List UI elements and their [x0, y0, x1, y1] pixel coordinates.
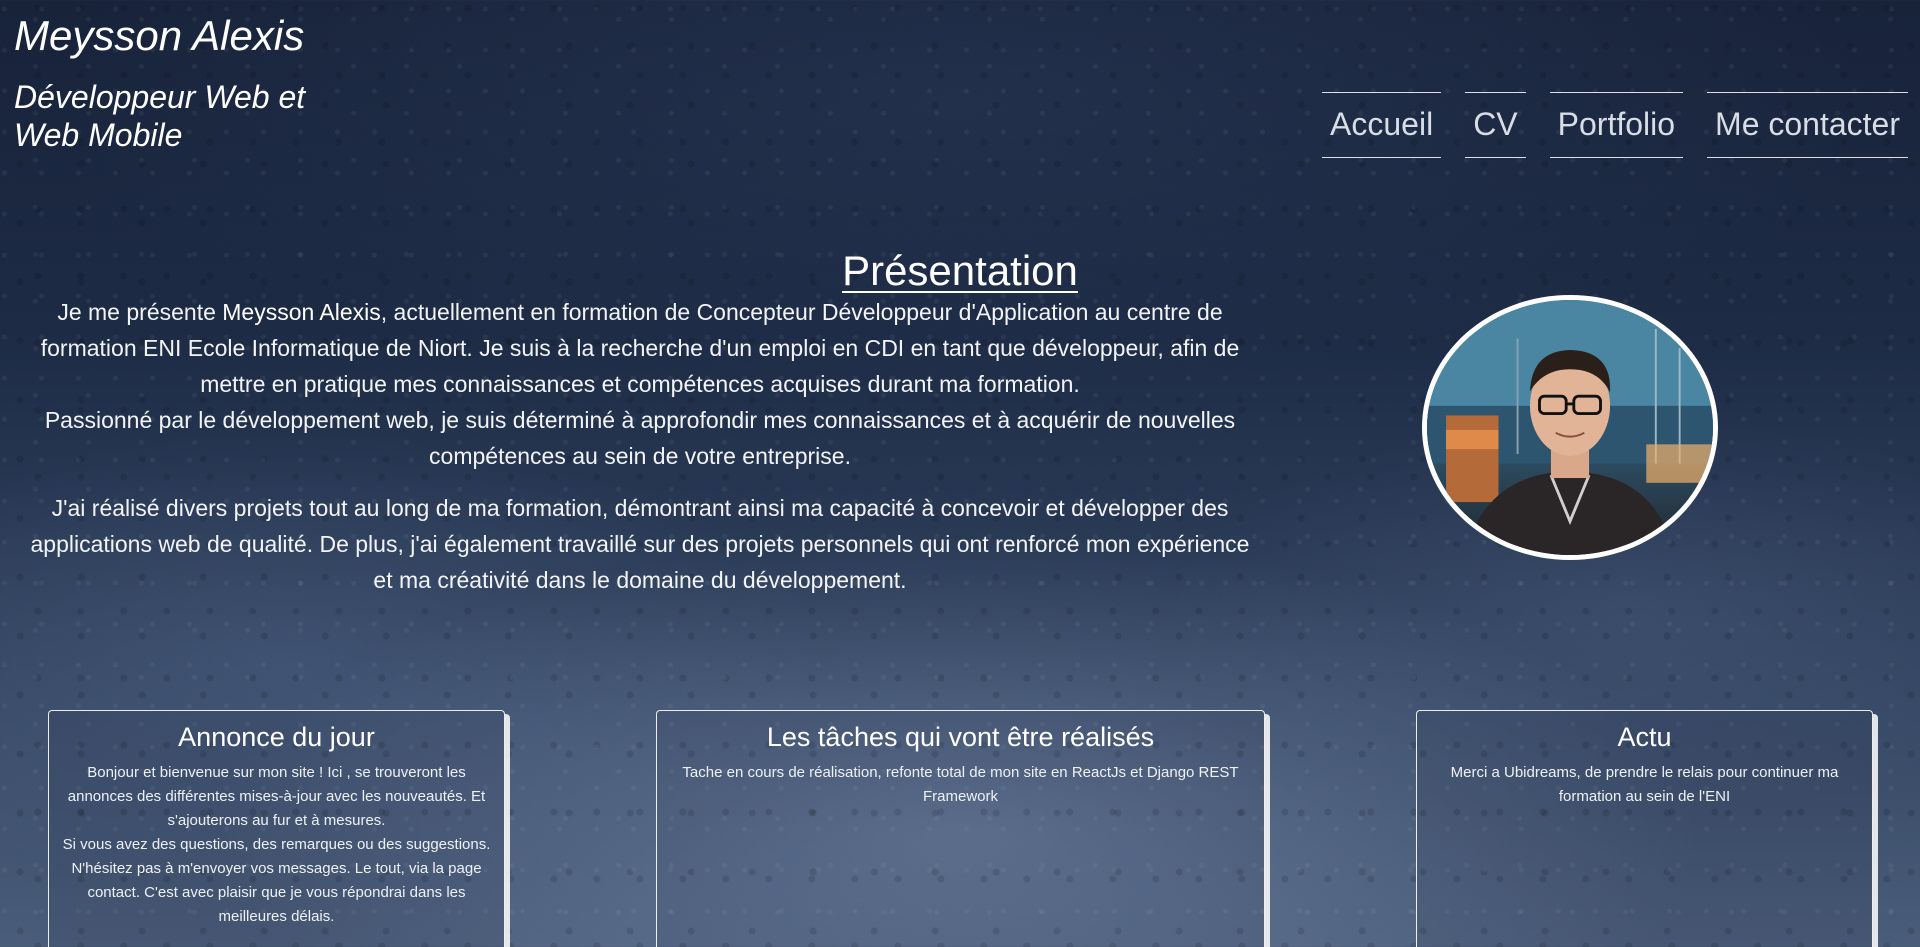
site-owner-title: Développeur Web et Web Mobile	[14, 79, 306, 153]
card-actu-title: Actu	[1617, 722, 1672, 752]
nav-link-portfolio[interactable]: Portfolio	[1549, 92, 1684, 158]
card-taches-title: Les tâches qui vont être réalisés	[766, 722, 1155, 752]
brand: Meysson Alexis Développeur Web et Web Mo…	[14, 10, 314, 154]
presentation-paragraph-1: Je me présente Meysson Alexis, actuellem…	[20, 294, 1260, 474]
card-actu-text: Merci a Ubidreams, de prendre le relais …	[1450, 764, 1839, 805]
card-annonce: Annonce du jour Bonjour et bienvenue sur…	[48, 710, 505, 947]
nav-link-accueil[interactable]: Accueil	[1322, 92, 1442, 158]
site-owner-name: Meysson Alexis	[14, 12, 305, 59]
profile-photo	[1422, 295, 1718, 560]
card-taches-text: Tache en cours de réalisation, refonte t…	[682, 764, 1239, 805]
intro-lead: Je me présente	[57, 299, 223, 325]
card-annonce-text: Bonjour et bienvenue sur mon site ! Ici …	[62, 764, 491, 925]
presentation-text: Je me présente Meysson Alexis, actuellem…	[20, 294, 1260, 614]
intro-name: Meysson Alexis	[222, 299, 381, 325]
card-actu: Actu Merci a Ubidreams, de prendre le re…	[1416, 710, 1873, 947]
card-taches: Les tâches qui vont être réalisés Tache …	[656, 710, 1265, 947]
presentation-paragraph-2: J'ai réalisé divers projets tout au long…	[30, 495, 1250, 593]
card-annonce-title: Annonce du jour	[178, 722, 375, 752]
main-nav: Accueil CV Portfolio Me contacter	[1322, 92, 1908, 158]
profile-photo-illustration	[1427, 300, 1713, 555]
nav-link-contact[interactable]: Me contacter	[1707, 92, 1908, 158]
intro-passion: Passionné par le développement web, je s…	[44, 407, 1236, 469]
nav-link-cv[interactable]: CV	[1465, 92, 1526, 158]
presentation-title: Présentation	[842, 246, 1078, 294]
